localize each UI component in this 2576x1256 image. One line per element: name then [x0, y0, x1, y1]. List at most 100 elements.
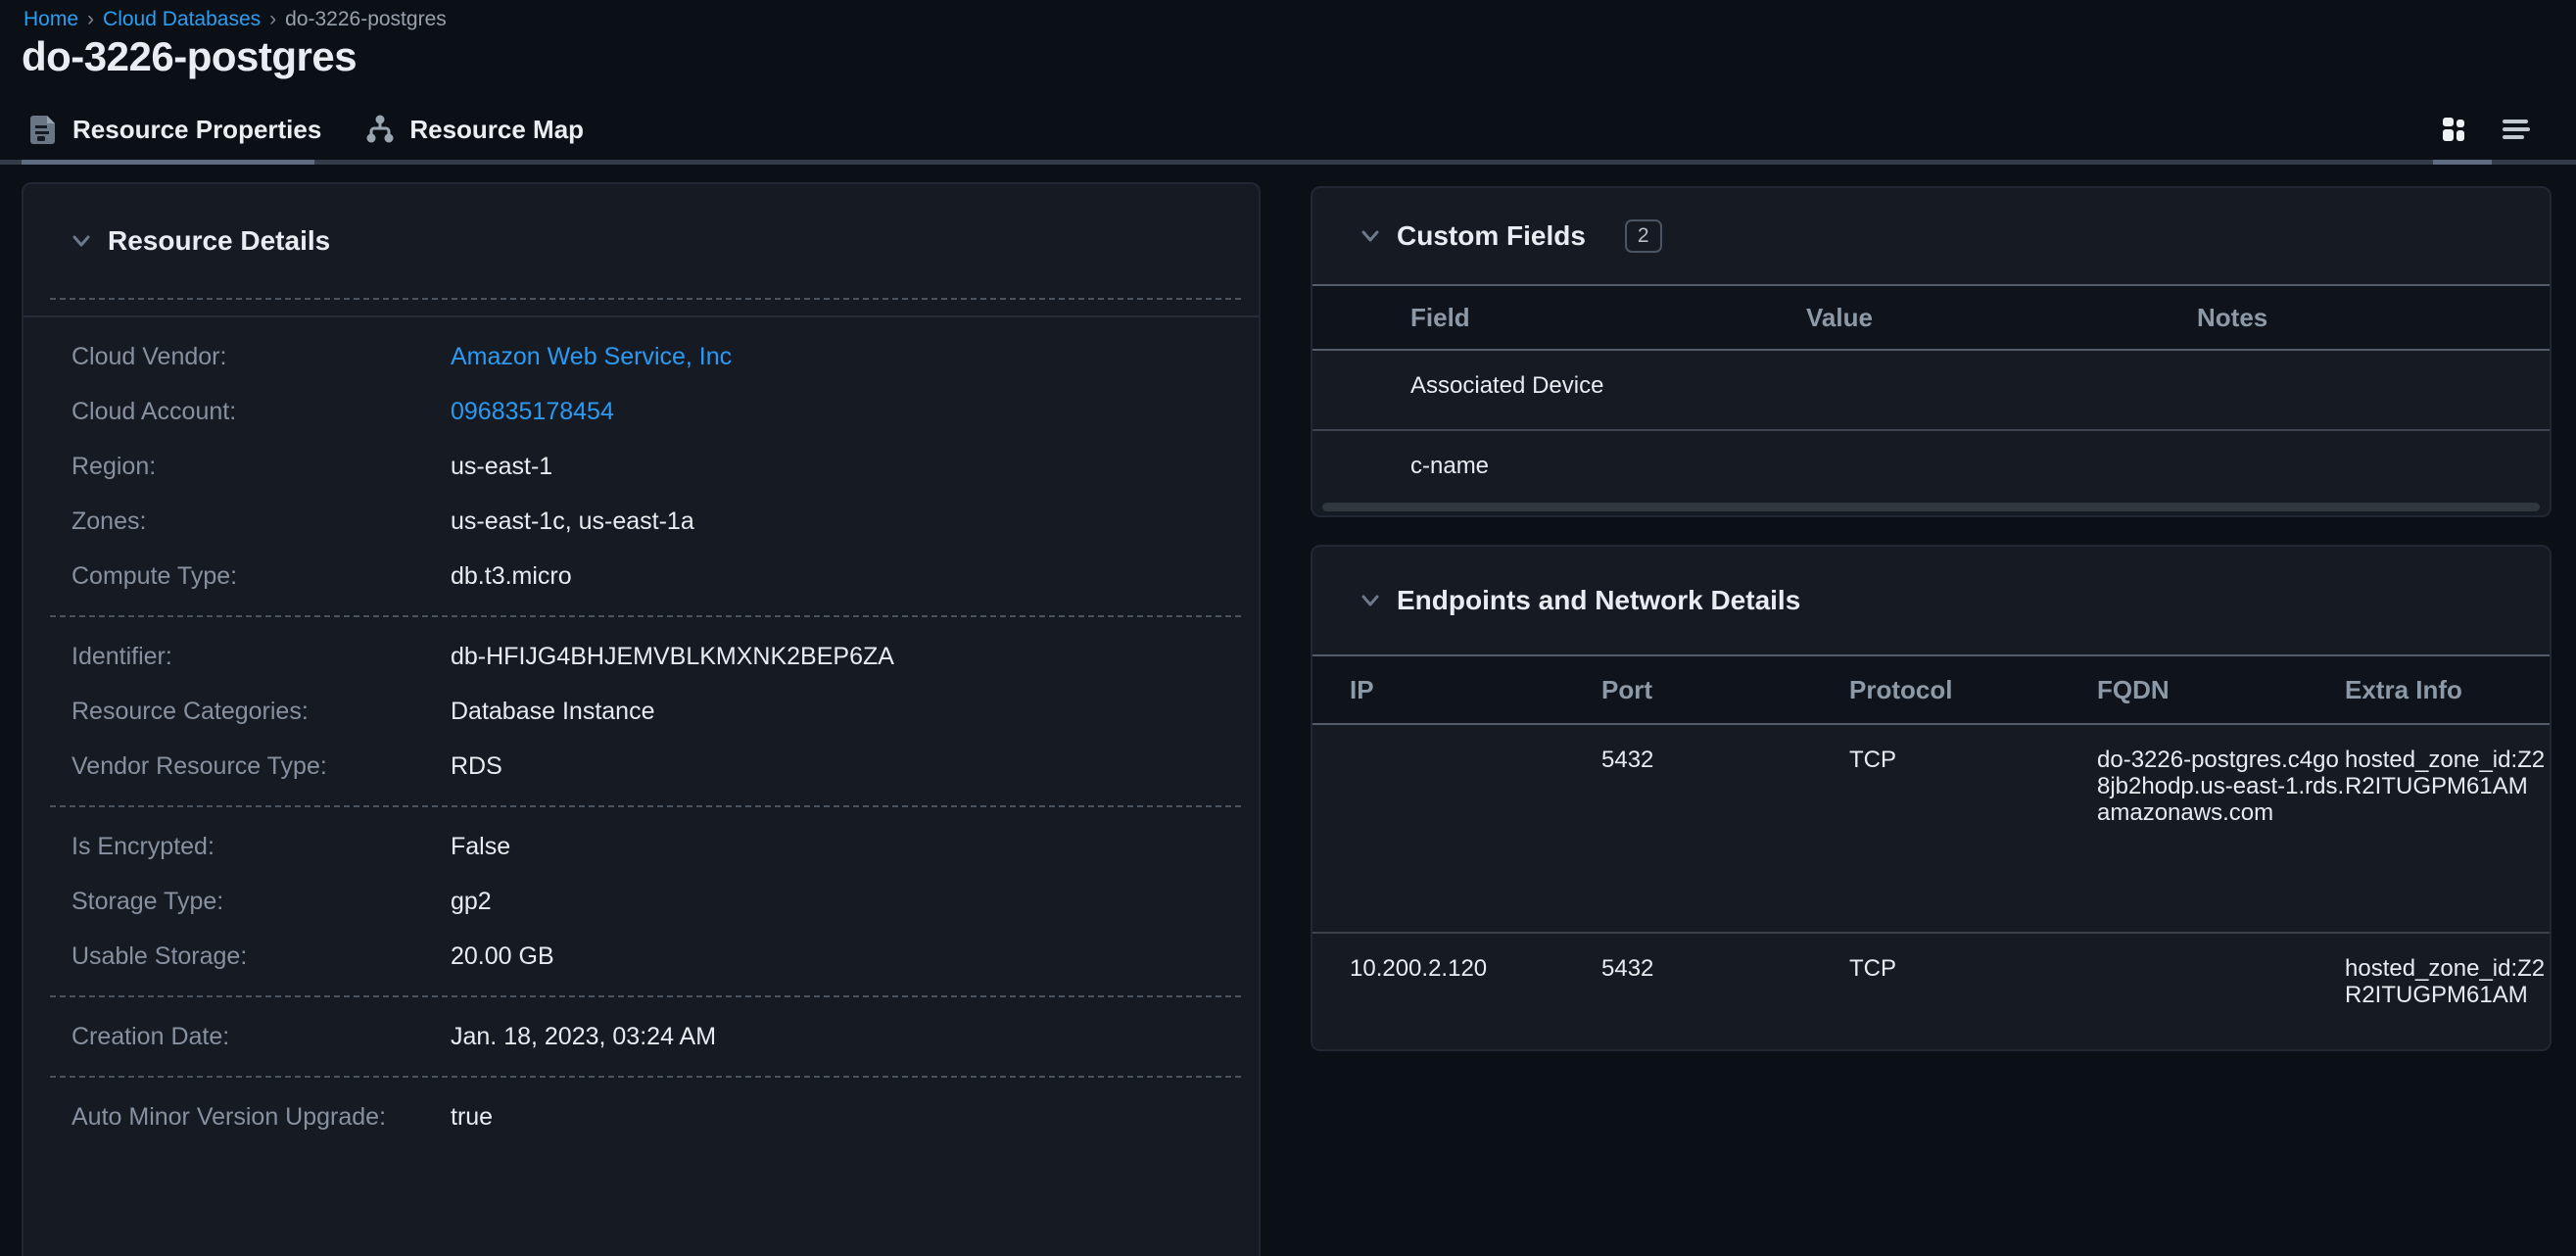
cell-fqdn: do-3226-postgres.c4go8jb2hodp.us-east-1.…: [2097, 747, 2344, 826]
field-row-resource-categories: Resource Categories: Database Instance: [24, 684, 1259, 739]
tab-resource-properties-label: Resource Properties: [72, 115, 321, 145]
field-label: Zones:: [72, 507, 451, 536]
cell-protocol: TCP: [1849, 934, 2097, 982]
field-row-is-encrypted: Is Encrypted: False: [24, 819, 1259, 874]
column-header-extra-info: Extra Info: [2345, 675, 2550, 705]
tab-resource-map-label: Resource Map: [409, 115, 584, 145]
field-row-zones: Zones: us-east-1c, us-east-1a: [24, 494, 1259, 549]
column-header-fqdn: FQDN: [2097, 675, 2345, 705]
tab-bar: Resource Properties Resource Map: [0, 98, 2576, 165]
resource-details-card: Resource Details Cloud Vendor: Amazon We…: [22, 182, 1261, 1256]
field-label: Compute Type:: [72, 562, 451, 591]
section-title: Custom Fields: [1397, 220, 1586, 252]
field-row-auto-minor-version-upgrade: Auto Minor Version Upgrade: true: [24, 1089, 1259, 1144]
field-label: Region:: [72, 453, 451, 481]
endpoints-card: Endpoints and Network Details IP Port Pr…: [1311, 545, 2552, 1051]
table-row: c-name: [1312, 429, 2550, 507]
cell-ip: 10.200.2.120: [1350, 934, 1601, 982]
collapse-chevron-icon[interactable]: [69, 228, 94, 254]
field-row-storage-type: Storage Type: gp2: [24, 874, 1259, 929]
field-row-cloud-account: Cloud Account: 096835178454: [24, 384, 1259, 439]
page-title: do-3226-postgres: [22, 33, 357, 80]
tab-bar-divider: [0, 160, 2576, 165]
table-header-row: IP Port Protocol FQDN Extra Info: [1312, 654, 2550, 725]
field-label: Cloud Account:: [72, 398, 451, 426]
column-header-field: Field: [1410, 303, 1806, 333]
field-row-vendor-resource-type: Vendor Resource Type: RDS: [24, 739, 1259, 794]
field-label: Vendor Resource Type:: [72, 752, 451, 781]
field-row-compute-type: Compute Type: db.t3.micro: [24, 549, 1259, 604]
breadcrumb-separator: ›: [269, 8, 276, 31]
field-value: db.t3.micro: [451, 562, 572, 591]
field-value: us-east-1: [451, 453, 552, 481]
cell-extra-info: hosted_zone_id:Z2R2ITUGPM61AM: [2345, 955, 2545, 1008]
field-label: Identifier:: [72, 643, 451, 671]
breadcrumb-cloud-databases-link[interactable]: Cloud Databases: [103, 8, 261, 31]
table-row: 5432 TCP do-3226-postgres.c4go8jb2hodp.u…: [1312, 725, 2550, 932]
breadcrumb-separator: ›: [87, 8, 94, 31]
column-header-value: Value: [1806, 303, 2197, 333]
breadcrumb-home-link[interactable]: Home: [24, 8, 78, 31]
breadcrumb: Home › Cloud Databases › do-3226-postgre…: [24, 8, 447, 31]
field-value: us-east-1c, us-east-1a: [451, 507, 694, 536]
cell-field: Associated Device: [1410, 351, 1806, 400]
cell-protocol: TCP: [1849, 725, 2097, 773]
sitemap-icon: [364, 114, 396, 145]
breadcrumb-current: do-3226-postgres: [285, 8, 447, 31]
column-header-protocol: Protocol: [1849, 675, 2097, 705]
column-header-ip: IP: [1350, 675, 1601, 705]
cell-port: 5432: [1601, 725, 1849, 773]
list-view-icon[interactable]: [2500, 113, 2533, 146]
column-header-notes: Notes: [2197, 303, 2550, 333]
document-icon: [29, 113, 59, 146]
field-label: Creation Date:: [72, 1023, 451, 1051]
divider: [50, 298, 1241, 300]
cell-field: c-name: [1410, 431, 1806, 480]
field-label: Is Encrypted:: [72, 833, 451, 861]
section-title: Endpoints and Network Details: [1397, 585, 1800, 616]
field-value: False: [451, 833, 510, 861]
field-row-creation-date: Creation Date: Jan. 18, 2023, 03:24 AM: [24, 1009, 1259, 1064]
cloud-account-link[interactable]: 096835178454: [451, 398, 614, 426]
column-header-port: Port: [1601, 675, 1849, 705]
field-row-region: Region: us-east-1: [24, 439, 1259, 494]
collapse-chevron-icon[interactable]: [1358, 223, 1383, 249]
active-tab-underline: [22, 160, 314, 165]
field-value: true: [451, 1103, 493, 1132]
active-view-underline: [2433, 160, 2492, 165]
table-header-row: Field Value Notes: [1312, 284, 2550, 351]
field-value: RDS: [451, 752, 502, 781]
section-title: Resource Details: [108, 225, 330, 257]
cloud-vendor-link[interactable]: Amazon Web Service, Inc: [451, 343, 732, 371]
field-row-cloud-vendor: Cloud Vendor: Amazon Web Service, Inc: [24, 329, 1259, 384]
field-label: Cloud Vendor:: [72, 343, 451, 371]
horizontal-scrollbar[interactable]: [1322, 503, 2540, 511]
grid-view-icon[interactable]: [2437, 113, 2470, 146]
field-label: Auto Minor Version Upgrade:: [72, 1103, 451, 1132]
cell-notes: [2197, 431, 2550, 453]
field-label: Storage Type:: [72, 888, 451, 916]
field-value: db-HFIJG4BHJEMVBLKMXNK2BEP6ZA: [451, 643, 894, 671]
resource-properties-page: Home › Cloud Databases › do-3226-postgre…: [0, 0, 2576, 1256]
field-value: Database Instance: [451, 698, 654, 726]
tab-resource-map[interactable]: Resource Map: [364, 114, 584, 145]
field-label: Usable Storage:: [72, 942, 451, 971]
cell-port: 5432: [1601, 934, 1849, 982]
field-label: Resource Categories:: [72, 698, 451, 726]
collapse-chevron-icon[interactable]: [1358, 588, 1383, 613]
field-value: gp2: [451, 888, 492, 916]
table-row: 10.200.2.120 5432 TCP hosted_zone_id:Z2R…: [1312, 932, 2550, 1051]
cell-value: [1806, 431, 2197, 453]
tab-resource-properties[interactable]: Resource Properties: [29, 113, 321, 146]
field-value: 20.00 GB: [451, 942, 554, 971]
cell-extra-info: hosted_zone_id:Z2R2ITUGPM61AM: [2345, 747, 2545, 799]
custom-fields-card: Custom Fields 2 Field Value Notes Associ…: [1311, 186, 2552, 517]
cell-notes: [2197, 351, 2550, 372]
table-row: Associated Device: [1312, 351, 2550, 429]
cell-value: [1806, 351, 2197, 372]
count-badge: 2: [1625, 219, 1662, 253]
field-row-identifier: Identifier: db-HFIJG4BHJEMVBLKMXNK2BEP6Z…: [24, 629, 1259, 684]
field-row-usable-storage: Usable Storage: 20.00 GB: [24, 929, 1259, 984]
field-value: Jan. 18, 2023, 03:24 AM: [451, 1023, 716, 1051]
cell-ip: [1350, 725, 1601, 747]
